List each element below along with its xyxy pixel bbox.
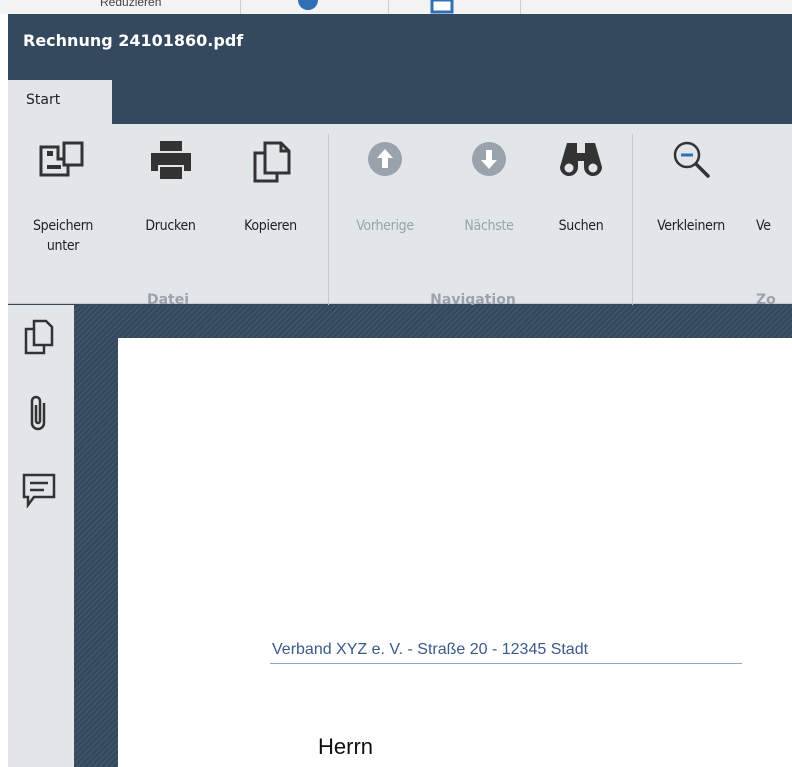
comment-icon[interactable] bbox=[20, 469, 60, 513]
print-button[interactable]: Drucken bbox=[118, 124, 223, 284]
previous-label: Vorherige bbox=[356, 218, 414, 234]
zoom-in-label: Ve bbox=[756, 218, 771, 234]
addressee-salutation: Herrn bbox=[318, 734, 374, 759]
pdf-page: Verband XYZ e. V. - Straße 20 - 12345 St… bbox=[118, 338, 792, 767]
binoculars-icon bbox=[560, 143, 602, 176]
left-sidebar bbox=[8, 305, 74, 767]
search-label: Suchen bbox=[558, 218, 604, 234]
zoom-out-button[interactable]: Verkleinern bbox=[636, 124, 746, 284]
arrow-up-circle-icon bbox=[368, 142, 402, 176]
search-button[interactable]: Suchen bbox=[538, 124, 624, 284]
copy-icon bbox=[253, 141, 290, 183]
save-as-label-line1: Speichern bbox=[32, 218, 94, 234]
ribbon-tab-row: Start bbox=[8, 68, 792, 124]
save-as-icon bbox=[39, 141, 84, 177]
next-button[interactable]: Nächste bbox=[440, 124, 538, 284]
background-icon bbox=[298, 0, 318, 10]
window-title: Rechnung 24101860.pdf bbox=[23, 31, 244, 50]
next-label: Nächste bbox=[464, 218, 514, 234]
sender-address-line: Verband XYZ e. V. - Straße 20 - 12345 St… bbox=[272, 641, 589, 658]
background-separator bbox=[520, 0, 521, 14]
group-separator bbox=[328, 134, 329, 309]
pdf-viewer-window: Rechnung 24101860.pdf Start Speichern unt… bbox=[8, 14, 792, 767]
background-separator bbox=[240, 0, 241, 14]
print-label: Drucken bbox=[145, 218, 196, 234]
zoom-out-label: Verkleinern bbox=[657, 218, 725, 234]
copy-label: Kopieren bbox=[244, 218, 297, 234]
copy-button[interactable]: Kopieren bbox=[223, 124, 318, 284]
title-bar: Rechnung 24101860.pdf bbox=[8, 14, 792, 68]
background-separator bbox=[388, 0, 389, 14]
previous-button[interactable]: Vorherige bbox=[330, 124, 440, 284]
pages-icon[interactable] bbox=[20, 317, 60, 357]
sender-underline bbox=[270, 663, 742, 664]
ribbon-toolbar: Speichern unter Drucken Kopieren Datei V… bbox=[8, 124, 792, 309]
background-app-strip: Reduzieren bbox=[0, 0, 792, 14]
arrow-down-circle-icon bbox=[472, 142, 506, 176]
document-view[interactable]: Verband XYZ e. V. - Straße 20 - 12345 St… bbox=[74, 305, 792, 767]
group-separator bbox=[632, 134, 633, 309]
save-as-button[interactable]: Speichern unter bbox=[8, 124, 118, 284]
background-toolbar-label: Reduzieren bbox=[100, 0, 162, 9]
zoom-in-button[interactable]: Ve bbox=[756, 124, 792, 284]
background-icon bbox=[430, 0, 454, 14]
attachment-icon[interactable] bbox=[20, 391, 60, 435]
save-as-label-line2: unter bbox=[46, 238, 80, 254]
tab-start[interactable]: Start bbox=[8, 80, 112, 124]
printer-icon bbox=[150, 141, 191, 179]
zoom-out-icon bbox=[673, 141, 710, 178]
